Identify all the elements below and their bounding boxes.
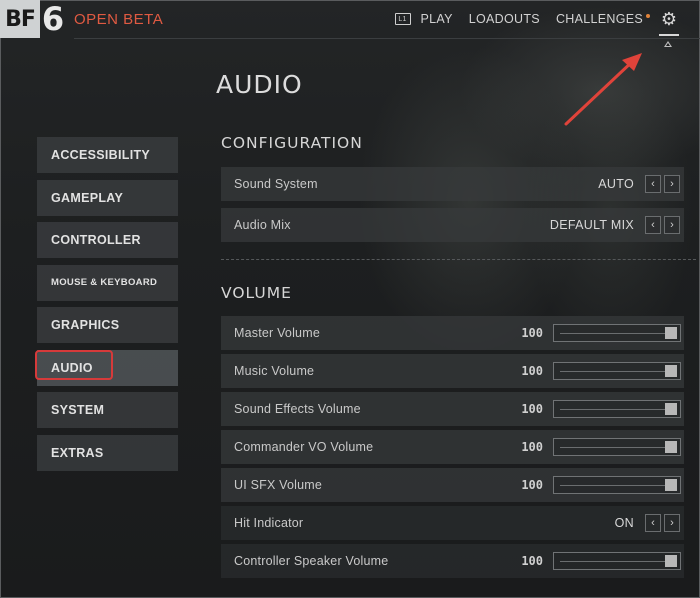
slider-thumb[interactable] (665, 479, 677, 491)
settings-tab-underline (659, 34, 679, 36)
slider-value: 100 (521, 326, 543, 340)
sidebar-item-extras[interactable]: EXTRAS (37, 434, 178, 471)
slider-track (560, 333, 666, 334)
setting-label: Commander VO Volume (234, 440, 374, 454)
notification-dot (646, 14, 650, 18)
sidebar-item-controller[interactable]: CONTROLLER (37, 222, 178, 258)
slider-value: 100 (521, 440, 543, 454)
setting-label: Sound System (234, 177, 318, 191)
nav-loadouts[interactable]: LOADOUTS (469, 12, 540, 26)
setting-row-hit-indicator[interactable]: Hit Indicator ON ‹ › (221, 506, 684, 540)
sidebar-item-system[interactable]: SYSTEM (37, 392, 178, 428)
setting-row-commander-vo-volume[interactable]: Commander VO Volume 100 (221, 430, 684, 464)
sidebar-item-mouse-keyboard[interactable]: MOUSE & KEYBOARD (37, 264, 178, 301)
volume-slider[interactable] (553, 400, 681, 418)
slider-track (560, 485, 666, 486)
slider-value: 100 (521, 364, 543, 378)
nav-challenges[interactable]: CHALLENGES (556, 12, 650, 26)
setting-row-audio-mix[interactable]: Audio Mix DEFAULT MIX ‹ › (221, 208, 684, 242)
chevron-left-icon[interactable]: ‹ (645, 175, 661, 193)
logo-bf: BF (0, 0, 40, 38)
sidebar-item-gameplay[interactable]: GAMEPLAY (37, 179, 178, 216)
setting-label: Music Volume (234, 364, 315, 378)
setting-label: Controller Speaker Volume (234, 554, 389, 568)
setting-row-music-volume[interactable]: Music Volume 100 (221, 354, 684, 388)
slider-track (560, 371, 666, 372)
selector-arrows: ‹ › (642, 175, 680, 193)
setting-label: Audio Mix (234, 218, 291, 232)
nav-play[interactable]: L1 PLAY (394, 12, 453, 26)
chevron-left-icon[interactable]: ‹ (645, 514, 661, 532)
volume-slider[interactable] (553, 476, 681, 494)
setting-value: DEFAULT MIX (549, 218, 634, 232)
setting-value: AUTO (598, 177, 634, 191)
top-navigation: L1 PLAY LOADOUTS CHALLENGES (394, 0, 650, 38)
open-beta-label: OPEN BETA (74, 11, 164, 28)
slider-value: 100 (521, 478, 543, 492)
selector-arrows: ‹ › (642, 514, 680, 532)
slider-track (560, 447, 666, 448)
header-divider (74, 38, 700, 39)
slider-thumb[interactable] (665, 365, 677, 377)
settings-sidebar: ACCESSIBILITY GAMEPLAY CONTROLLER MOUSE … (37, 137, 178, 477)
setting-label: Master Volume (234, 326, 320, 340)
sidebar-item-graphics[interactable]: GRAPHICS (37, 307, 178, 343)
slider-thumb[interactable] (665, 327, 677, 339)
logo-number: 6 (41, 0, 65, 38)
game-logo: BF 6 (0, 0, 66, 38)
chevron-left-icon[interactable]: ‹ (645, 216, 661, 234)
gear-icon[interactable]: ⚙ (659, 9, 679, 29)
nav-challenges-label: CHALLENGES (555, 12, 643, 26)
setting-label: UI SFX Volume (234, 478, 323, 492)
volume-slider[interactable] (553, 552, 681, 570)
controller-button-icon: L1 (394, 13, 411, 25)
slider-thumb[interactable] (665, 441, 677, 453)
slider-value: 100 (521, 402, 543, 416)
audio-highlight-box (35, 350, 113, 380)
sidebar-item-accessibility[interactable]: ACCESSIBILITY (37, 137, 178, 173)
setting-row-sound-system[interactable]: Sound System AUTO ‹ › (221, 167, 684, 201)
nav-play-label: PLAY (420, 12, 453, 26)
setting-row-master-volume[interactable]: Master Volume 100 (221, 316, 684, 350)
chevron-right-icon[interactable]: › (664, 514, 680, 532)
slider-thumb[interactable] (665, 555, 677, 567)
volume-heading: VOLUME (221, 284, 292, 302)
nav-loadouts-label: LOADOUTS (468, 12, 540, 26)
setting-value: ON (614, 516, 634, 530)
annotation-arrow (564, 53, 642, 126)
selector-arrows: ‹ › (642, 216, 680, 234)
slider-thumb[interactable] (665, 403, 677, 415)
setting-label: Sound Effects Volume (234, 402, 361, 416)
volume-slider[interactable] (553, 362, 681, 380)
volume-slider[interactable] (553, 324, 681, 342)
chevron-right-icon[interactable]: › (664, 216, 680, 234)
chevron-right-icon[interactable]: › (664, 175, 680, 193)
slider-track (560, 561, 666, 562)
setting-row-ui-sfx-volume[interactable]: UI SFX Volume 100 (221, 468, 684, 502)
setting-label: Hit Indicator (234, 516, 304, 530)
slider-track (560, 409, 666, 410)
slider-value: 100 (521, 554, 543, 568)
triangle-indicator-icon (664, 41, 672, 47)
page-title: AUDIO (216, 70, 303, 99)
section-divider (221, 259, 696, 260)
setting-row-controller-speaker-volume[interactable]: Controller Speaker Volume 100 (221, 544, 684, 578)
setting-row-sound-effects-volume[interactable]: Sound Effects Volume 100 (221, 392, 684, 426)
volume-slider[interactable] (553, 438, 681, 456)
configuration-heading: CONFIGURATION (221, 134, 363, 152)
